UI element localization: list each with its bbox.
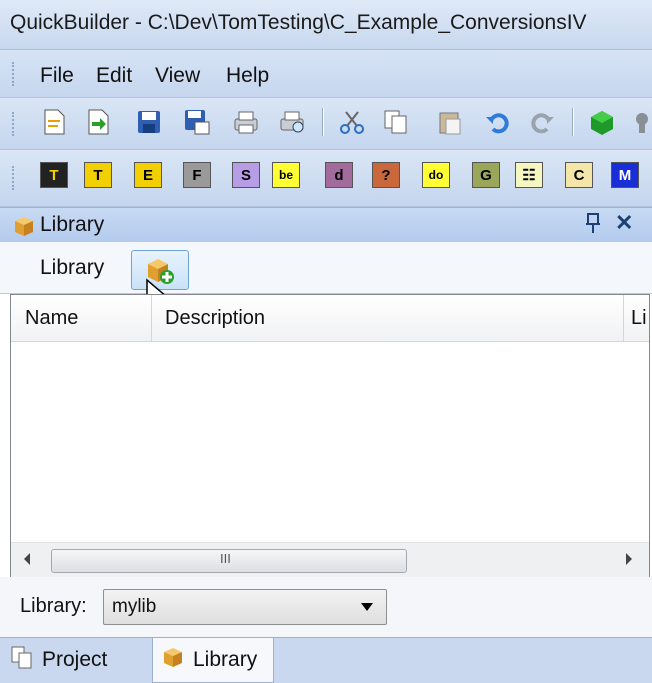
menu-bar: File Edit View Help	[0, 50, 652, 98]
menu-file[interactable]: File	[40, 64, 74, 88]
toolbar-separator	[572, 108, 574, 136]
save-all-icon[interactable]	[183, 108, 211, 136]
save-icon[interactable]	[135, 108, 163, 136]
library-panel-title: Library	[40, 213, 105, 236]
list-header: Name Description Li	[11, 295, 649, 342]
letter-t-button[interactable]: T	[84, 162, 112, 188]
tab-library-label: Library	[193, 648, 258, 671]
column-divider[interactable]	[151, 295, 152, 341]
menu-view[interactable]: View	[155, 64, 200, 88]
library-tab-label[interactable]: Library	[40, 256, 104, 280]
library-icon	[12, 215, 36, 242]
window-title-bar: QuickBuilder - C:\Dev\TomTesting\C_Examp…	[0, 0, 652, 50]
scrollbar-thumb[interactable]: III	[51, 549, 407, 573]
letter-g-button[interactable]: G	[472, 162, 500, 188]
toolbar-grip[interactable]	[12, 62, 18, 86]
redo-icon[interactable]	[528, 108, 556, 136]
tab-project-label: Project	[42, 648, 108, 671]
letter-f-button[interactable]: F	[183, 162, 211, 188]
library-select-value: mylib	[112, 596, 157, 617]
letter-c-button[interactable]: C	[565, 162, 593, 188]
chevron-down-icon[interactable]	[360, 600, 374, 618]
menu-edit[interactable]: Edit	[96, 64, 132, 88]
letter-grid-button[interactable]: ☷	[515, 162, 543, 188]
toolbar-separator	[322, 108, 324, 136]
letter-d-button[interactable]: d	[325, 162, 353, 188]
element-toolbar: T T E F Sbe d? do G ☷ C M	[0, 150, 652, 207]
open-icon[interactable]	[84, 108, 112, 136]
library-select[interactable]: mylib	[103, 589, 387, 625]
scroll-right-icon[interactable]	[623, 551, 635, 572]
letter-s-button[interactable]: S	[232, 162, 260, 188]
letter-m-button[interactable]: M	[611, 162, 639, 188]
tab-library[interactable]: Library	[152, 638, 274, 683]
pin-icon[interactable]	[584, 211, 602, 241]
column-divider[interactable]	[623, 295, 624, 341]
column-header-li[interactable]: Li	[631, 295, 649, 341]
build-icon[interactable]	[588, 108, 616, 136]
scroll-left-icon[interactable]	[21, 551, 33, 572]
toolbar-grip[interactable]	[12, 166, 18, 190]
library-toolbar: Library	[0, 242, 652, 312]
new-file-icon[interactable]	[40, 108, 68, 136]
window-title: QuickBuilder - C:\Dev\TomTesting\C_Examp…	[10, 11, 587, 34]
project-icon	[10, 645, 34, 675]
library-footer: Library: mylib	[0, 577, 652, 637]
letter-e-button[interactable]: E	[134, 162, 162, 188]
library-select-label: Library:	[20, 595, 87, 617]
library-list-view[interactable]: Name Description Li III	[10, 294, 650, 577]
tab-project[interactable]: Project	[10, 638, 145, 682]
letter-question-button[interactable]: ?	[372, 162, 400, 188]
toolbar-grip[interactable]	[12, 112, 18, 136]
letter-be-button[interactable]: be	[272, 162, 300, 188]
panel-tabs: Project Library	[0, 637, 652, 683]
scroll-grip: III	[220, 551, 231, 566]
copy-icon[interactable]	[382, 108, 410, 136]
menu-help[interactable]: Help	[226, 64, 269, 88]
library-icon	[161, 646, 185, 674]
standard-toolbar	[0, 98, 652, 150]
letter-t-black-button[interactable]: T	[40, 162, 68, 188]
column-header-name[interactable]: Name	[25, 295, 78, 341]
print-icon[interactable]	[232, 108, 260, 136]
library-panel-header: Library ✕	[0, 207, 652, 242]
print-preview-icon[interactable]	[278, 108, 306, 136]
undo-icon[interactable]	[484, 108, 512, 136]
cut-icon[interactable]	[338, 108, 366, 136]
paste-icon[interactable]	[436, 108, 464, 136]
tools-icon[interactable]	[630, 108, 652, 136]
column-header-description[interactable]: Description	[165, 295, 265, 341]
letter-do-button[interactable]: do	[422, 162, 450, 188]
horizontal-scrollbar[interactable]: III	[11, 542, 649, 577]
close-icon[interactable]: ✕	[615, 210, 633, 236]
